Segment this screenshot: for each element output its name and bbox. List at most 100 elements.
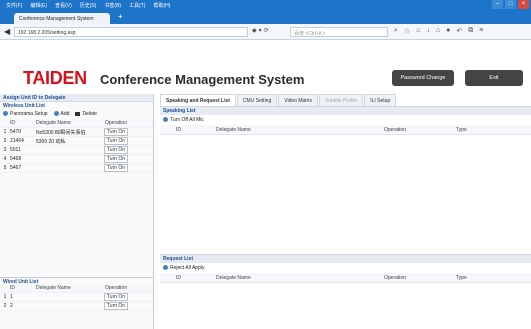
page-title: Conference Management System xyxy=(100,72,305,87)
star-icon[interactable]: ☆ xyxy=(404,27,410,35)
minimize-icon[interactable]: – xyxy=(492,0,503,9)
table-row[interactable]: 1 5470 No5300 80瞬间失事伯 Turn On xyxy=(0,128,153,137)
back-icon[interactable]: ◀ xyxy=(4,27,10,36)
tab-speaking-request[interactable]: Speaking and Request List xyxy=(160,94,236,106)
tab-cmu-setting[interactable]: CMU Setting xyxy=(236,94,278,106)
speaking-toolbar: Turn Off All Mic xyxy=(160,115,531,125)
type-header: Type xyxy=(456,126,467,133)
row-id: 1 xyxy=(10,294,13,300)
close-icon[interactable]: × xyxy=(518,0,529,9)
operation-header: Operation xyxy=(384,274,406,281)
request-toolbar: Reject All Apply xyxy=(160,263,531,273)
turn-on-button[interactable]: Turn On xyxy=(103,293,129,301)
maximize-icon[interactable]: □ xyxy=(505,0,516,9)
table-row[interactable]: 4 5468 Turn On xyxy=(0,155,153,164)
delete-button[interactable]: Delete xyxy=(75,111,97,117)
row-index: 5 xyxy=(3,165,7,171)
table-row[interactable]: 2 2 Turn On xyxy=(0,302,153,311)
search-placeholder: 百度 <Ctrl+K> xyxy=(294,31,326,37)
search-input[interactable]: 百度 <Ctrl+K> xyxy=(290,27,388,37)
left-panel: Assign Unit ID to Delegate Wireless Unit… xyxy=(0,94,154,329)
row-index: 2 xyxy=(3,303,7,309)
wireless-list-title: Wireless Unit List xyxy=(0,102,153,109)
browser-toolbar: ⌕ ☆ ⌂ ↓ ⌂ ● ↶ ⧉ ≡ xyxy=(394,27,483,35)
table-row[interactable]: 1 1 Turn On xyxy=(0,293,153,302)
table-row[interactable]: 2 21464 5300 20 动私 Turn On xyxy=(0,137,153,146)
exit-button[interactable]: Exit xyxy=(465,70,523,86)
dropdown-icon[interactable]: ▾ xyxy=(259,27,262,34)
menu-file[interactable]: 文件(F) xyxy=(6,2,22,9)
wireless-rows: 1 5470 No5300 80瞬间失事伯 Turn On 2 21464 5300 20… xyxy=(0,128,153,173)
row-id: 2 xyxy=(10,303,13,309)
operation-header: Operation xyxy=(384,126,406,133)
menu-bookmarks[interactable]: 书签(B) xyxy=(104,2,121,9)
id-header: ID xyxy=(176,274,181,281)
wired-rows: 1 1 Turn On 2 2 Turn On xyxy=(0,293,153,311)
name-header: Delegate Name xyxy=(216,274,251,281)
row-id: 5470 xyxy=(10,129,22,135)
row-index: 4 xyxy=(3,156,7,162)
menu-edit[interactable]: 编辑(E) xyxy=(30,2,47,9)
extension-icon[interactable]: ⧉ xyxy=(468,27,473,35)
panorama-setup-button[interactable]: Panorama Setup xyxy=(3,111,48,117)
row-index: 1 xyxy=(3,129,7,135)
row-name[interactable]: 5300 20 动私 xyxy=(36,138,99,145)
reject-icon xyxy=(163,265,168,271)
turn-off-all-mic-button[interactable]: Turn Off All Mic xyxy=(163,117,204,123)
reload-icon[interactable]: ⟳ xyxy=(264,27,269,34)
row-index: 3 xyxy=(3,147,7,153)
table-row[interactable]: 3 5011 Turn On xyxy=(0,146,153,155)
delete-icon xyxy=(75,111,81,116)
window-controls: – □ × xyxy=(492,0,529,9)
turn-on-button[interactable]: Turn On xyxy=(103,302,129,310)
menu-history[interactable]: 历史(S) xyxy=(80,2,97,9)
wired-list-title: Wired Unit List xyxy=(0,277,153,285)
add-label: Add xyxy=(60,111,70,117)
browser-menu: 文件(F) 编辑(E) 查看(V) 历史(S) 书签(B) 工具(T) 帮助(H… xyxy=(0,2,170,9)
row-name[interactable]: No5300 80瞬间失事伯 xyxy=(36,129,99,136)
op-header: Operation xyxy=(105,285,127,291)
reject-all-apply-label: Reject All Apply xyxy=(170,265,205,271)
undo-icon[interactable]: ↶ xyxy=(456,27,462,35)
row-index: 1 xyxy=(3,294,7,300)
shield-icon[interactable]: ◆ xyxy=(252,27,257,34)
menu-help[interactable]: 帮助(H) xyxy=(153,2,170,9)
turn-on-button[interactable]: Turn On xyxy=(103,146,129,154)
address-icons: ◆ ▾ ⟳ xyxy=(252,27,269,34)
url-input[interactable]: 192.168.2.205/setting.asp xyxy=(14,27,248,37)
url-text: 192.168.2.205/setting.asp xyxy=(18,30,76,36)
browser-tab-title: Conference Management System xyxy=(19,16,94,22)
taiden-logo: TAIDEN xyxy=(23,68,87,88)
address-bar: ◀ 192.168.2.205/setting.asp ◆ ▾ ⟳ 百度 <Ct… xyxy=(0,24,531,40)
request-list-title: Request List xyxy=(160,255,531,263)
chat-icon[interactable]: ● xyxy=(446,27,450,35)
new-tab-icon[interactable]: + xyxy=(118,12,123,21)
search-icon[interactable]: ⌕ xyxy=(394,27,398,35)
assign-unit-title: Assign Unit ID to Delegate xyxy=(0,94,153,102)
home-icon[interactable]: ⌂ xyxy=(416,27,420,35)
password-change-button[interactable]: Password Change xyxy=(392,70,454,86)
menu-icon[interactable]: ≡ xyxy=(479,27,483,35)
add-button[interactable]: Add xyxy=(53,111,70,117)
wireless-toolbar: Panorama Setup Add Delete xyxy=(0,109,153,119)
mic-off-icon xyxy=(163,117,168,123)
tab-ili-setup[interactable]: ILI Setup xyxy=(364,94,397,106)
turn-on-button[interactable]: Turn On xyxy=(103,128,129,136)
turn-on-button[interactable]: Turn On xyxy=(103,137,129,145)
delete-label: Delete xyxy=(82,111,97,117)
name-header: Delegate Name xyxy=(36,120,71,126)
row-id: 21464 xyxy=(10,138,24,144)
id-header[interactable]: ID xyxy=(10,285,36,291)
reject-all-apply-button[interactable]: Reject All Apply xyxy=(163,265,204,271)
home2-icon[interactable]: ⌂ xyxy=(436,27,440,35)
turn-on-button[interactable]: Turn On xyxy=(103,164,129,172)
menu-view[interactable]: 查看(V) xyxy=(55,2,72,9)
table-row[interactable]: 5 5467 Turn On xyxy=(0,164,153,173)
menu-tools[interactable]: 工具(T) xyxy=(129,2,145,9)
browser-tab[interactable]: Conference Management System xyxy=(14,13,110,24)
tab-video-matrix[interactable]: Video Matrix xyxy=(278,94,318,106)
download-icon[interactable]: ↓ xyxy=(426,27,430,35)
turn-on-button[interactable]: Turn On xyxy=(103,155,129,163)
id-header[interactable]: ID xyxy=(10,120,36,126)
request-list-panel: Request List Reject All Apply ID Delegat… xyxy=(160,254,531,329)
